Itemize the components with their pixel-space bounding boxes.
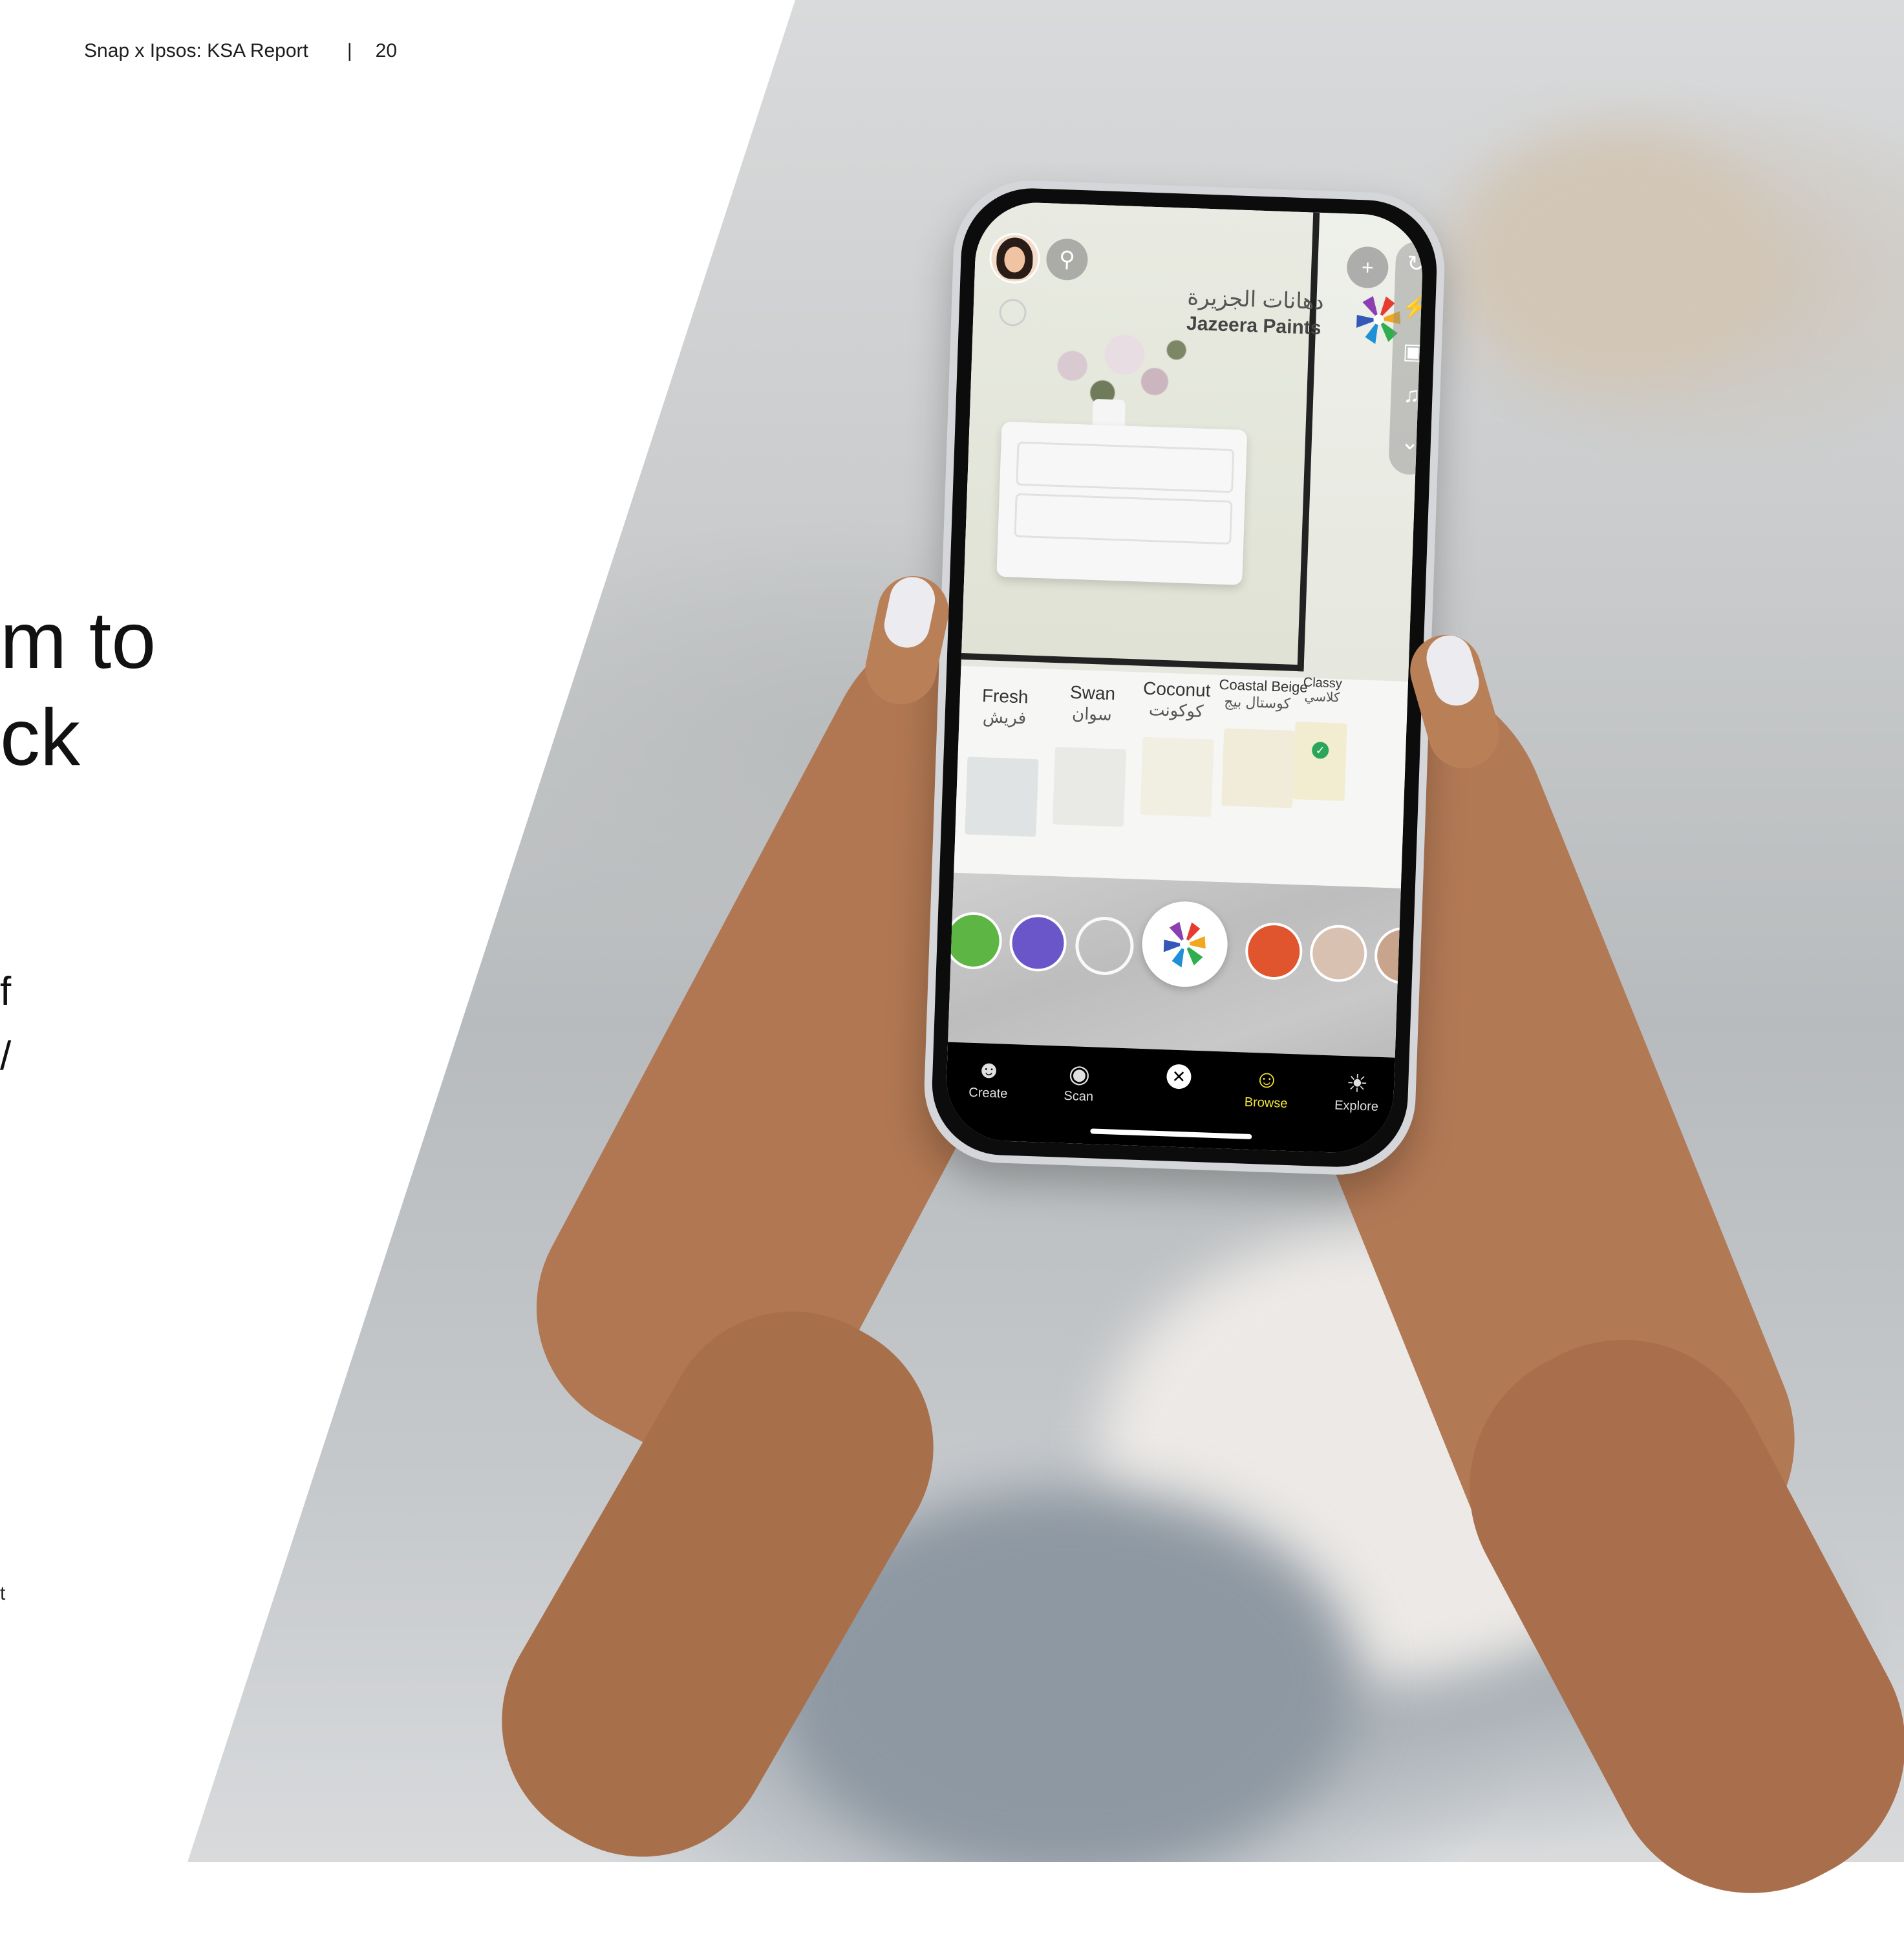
swatch-label: Fresh	[981, 685, 1029, 707]
swatch-coconut[interactable]	[1140, 736, 1214, 817]
swatch-fresh[interactable]	[965, 757, 1039, 837]
swatch-swan[interactable]	[1052, 747, 1127, 827]
nav-label: Browse	[1244, 1095, 1288, 1111]
color-swatch-panel: Fresh فريش Swan سوان Coconut كوكونت Coas…	[953, 665, 1408, 895]
snapchat-camera-screen: دهانات الجزيرة Jazeera Paints ⚲ + ↻ ⚡ ▣ …	[944, 200, 1425, 1155]
header-separator: |	[347, 40, 352, 61]
footnote-text: t	[0, 1583, 6, 1604]
report-header: Snap x Ipsos: KSA Report | 20	[84, 40, 397, 62]
music-icon[interactable]: ♫	[1391, 382, 1424, 409]
nav-create[interactable]: ☻ Create	[952, 1055, 1025, 1102]
camera-tools-rail: ↻ ⚡ ▣ ♫ ⌄	[1388, 241, 1425, 476]
nav-label: Explore	[1334, 1098, 1379, 1114]
swatch-label: Swan	[1069, 682, 1116, 704]
brand-name-english: Jazeera Paints	[1186, 312, 1322, 339]
page-number: 20	[375, 40, 398, 61]
headline-line-1: m to	[0, 596, 156, 685]
bottom-navigation: ☻ Create ◉ Scan ✕ ☺ Browse ☀ Explore	[944, 1042, 1395, 1155]
swatch-label: Coconut	[1142, 678, 1212, 701]
selected-check-icon: ✓	[1311, 741, 1329, 759]
smile-icon: ☺	[1254, 1066, 1280, 1094]
swatch-label-arabic: فريش	[982, 707, 1027, 728]
report-title: Snap x Ipsos: KSA Report	[84, 40, 308, 61]
swatch-label-arabic: كلاسي	[1304, 689, 1340, 705]
headline-line-2: ck	[0, 693, 80, 782]
scan-icon: ◉	[1068, 1060, 1091, 1089]
nav-label: Create	[968, 1085, 1008, 1101]
nav-label: Scan	[1064, 1088, 1094, 1104]
flip-camera-icon[interactable]: ↻	[1395, 250, 1424, 277]
active-lens-logo-icon	[1163, 921, 1206, 968]
swatch-label-arabic: كوكونت	[1148, 700, 1204, 722]
close-icon[interactable]: ✕	[1166, 1064, 1192, 1090]
swatch-classy[interactable]: ✓	[1292, 722, 1347, 801]
body-text-line-2: /	[0, 1034, 12, 1079]
nav-scan[interactable]: ◉ Scan	[1043, 1058, 1115, 1106]
drawer	[1016, 441, 1235, 493]
ar-room-view: دهانات الجزيرة Jazeera Paints ⚲ + ↻ ⚡ ▣ …	[961, 200, 1425, 682]
home-indicator[interactable]	[1090, 1128, 1252, 1140]
phone-bezel: دهانات الجزيرة Jazeera Paints ⚲ + ↻ ⚡ ▣ …	[930, 186, 1439, 1170]
create-icon: ☻	[975, 1056, 1003, 1084]
brand-name-arabic: دهانات الجزيرة	[1186, 284, 1325, 315]
swatch-label-arabic: كوستال بيج	[1223, 693, 1291, 712]
swatch-coastal-beige[interactable]	[1221, 728, 1296, 808]
swatch-label-arabic: سوان	[1071, 703, 1113, 725]
nav-explore[interactable]: ☀ Explore	[1321, 1068, 1393, 1115]
dual-camera-icon[interactable]: ▣	[1392, 338, 1424, 365]
body-text-line-1: f	[0, 969, 12, 1014]
white-dresser	[996, 421, 1248, 586]
add-friend-icon[interactable]: +	[1346, 246, 1389, 289]
smartphone: دهانات الجزيرة Jazeera Paints ⚲ + ↻ ⚡ ▣ …	[921, 178, 1448, 1177]
chevron-down-icon[interactable]: ⌄	[1389, 429, 1424, 456]
explore-icon: ☀	[1345, 1070, 1369, 1099]
blurred-background-object	[1455, 129, 1778, 388]
flash-off-icon[interactable]: ⚡	[1393, 294, 1424, 321]
drawer	[1014, 493, 1233, 545]
nav-browse[interactable]: ☺ Browse	[1230, 1065, 1303, 1112]
